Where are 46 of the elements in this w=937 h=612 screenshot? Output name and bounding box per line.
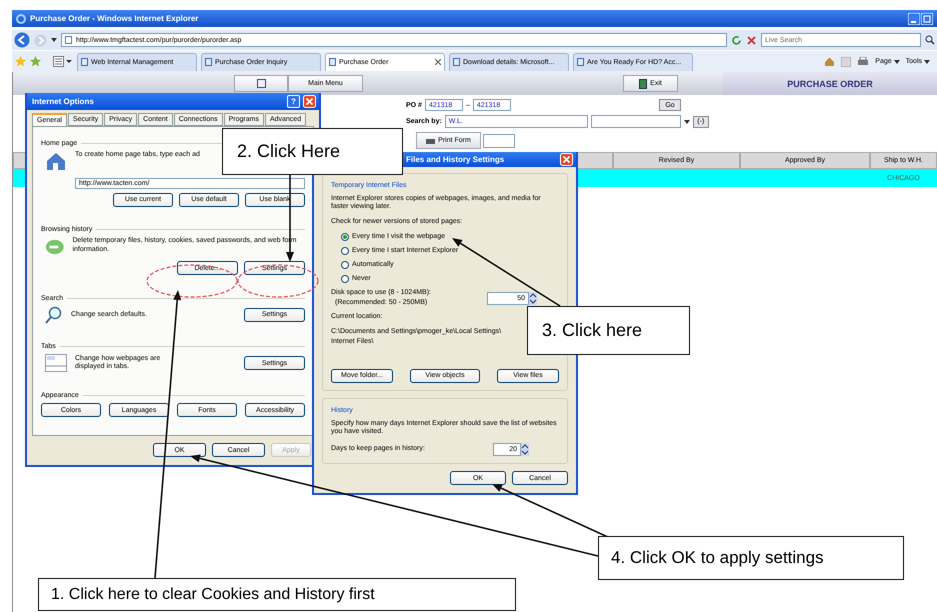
tabs-icon	[45, 354, 67, 372]
radio-button[interactable]	[341, 246, 349, 255]
page-icon	[577, 58, 584, 66]
dialog-title: Files and History Settings	[406, 154, 504, 164]
dropdown-caret-icon[interactable]	[684, 120, 690, 124]
callout-box: 3. Click here	[527, 306, 690, 355]
page-heading: PURCHASE ORDER	[723, 72, 937, 95]
close-icon[interactable]	[303, 95, 316, 108]
callout-box: 4. Click OK to apply settings	[598, 536, 904, 580]
window-title: Purchase Order - Windows Internet Explorer	[30, 14, 198, 23]
stop-icon[interactable]	[746, 34, 757, 46]
radio-button[interactable]	[341, 274, 349, 283]
dialog-title: Internet Options	[32, 97, 94, 106]
page-toolbar-button[interactable]	[234, 75, 288, 92]
page-icon	[205, 58, 212, 66]
caret-icon[interactable]	[924, 60, 930, 64]
refresh-icon[interactable]	[731, 34, 742, 46]
help-button[interactable]: ?	[287, 95, 300, 108]
page-icon	[453, 58, 460, 66]
browser-logo-icon	[16, 14, 26, 24]
favorites-star-icon[interactable]	[15, 56, 26, 67]
back-icon[interactable]	[14, 32, 30, 48]
tab-list-icon[interactable]	[53, 56, 73, 67]
print-icon[interactable]	[857, 56, 870, 66]
caret-icon[interactable]	[894, 60, 900, 64]
page-icon	[65, 36, 72, 44]
house-icon	[45, 151, 67, 171]
maximize-icon[interactable]	[921, 12, 933, 24]
home-icon[interactable]	[824, 56, 836, 67]
page-icon	[81, 58, 88, 66]
spinner-arrows-icon[interactable]	[521, 443, 529, 456]
close-tab-icon[interactable]	[435, 59, 441, 65]
minimize-icon[interactable]	[908, 12, 920, 24]
search-value-field[interactable]	[590, 115, 681, 128]
document-icon	[256, 79, 266, 88]
radio-button[interactable]	[341, 232, 349, 241]
spinner-arrows-icon[interactable]	[529, 292, 537, 304]
callout-box: 1. Click here to clear Cookies and History first	[38, 578, 516, 611]
close-icon[interactable]	[560, 152, 573, 166]
magnifier-icon	[45, 306, 63, 324]
callout-box: 2. Click Here	[222, 128, 403, 175]
input-field[interactable]	[483, 134, 515, 148]
radio-button[interactable]	[341, 260, 349, 269]
search-icon[interactable]	[925, 35, 935, 45]
page-icon	[329, 58, 336, 66]
history-caret-icon[interactable]	[51, 38, 57, 42]
